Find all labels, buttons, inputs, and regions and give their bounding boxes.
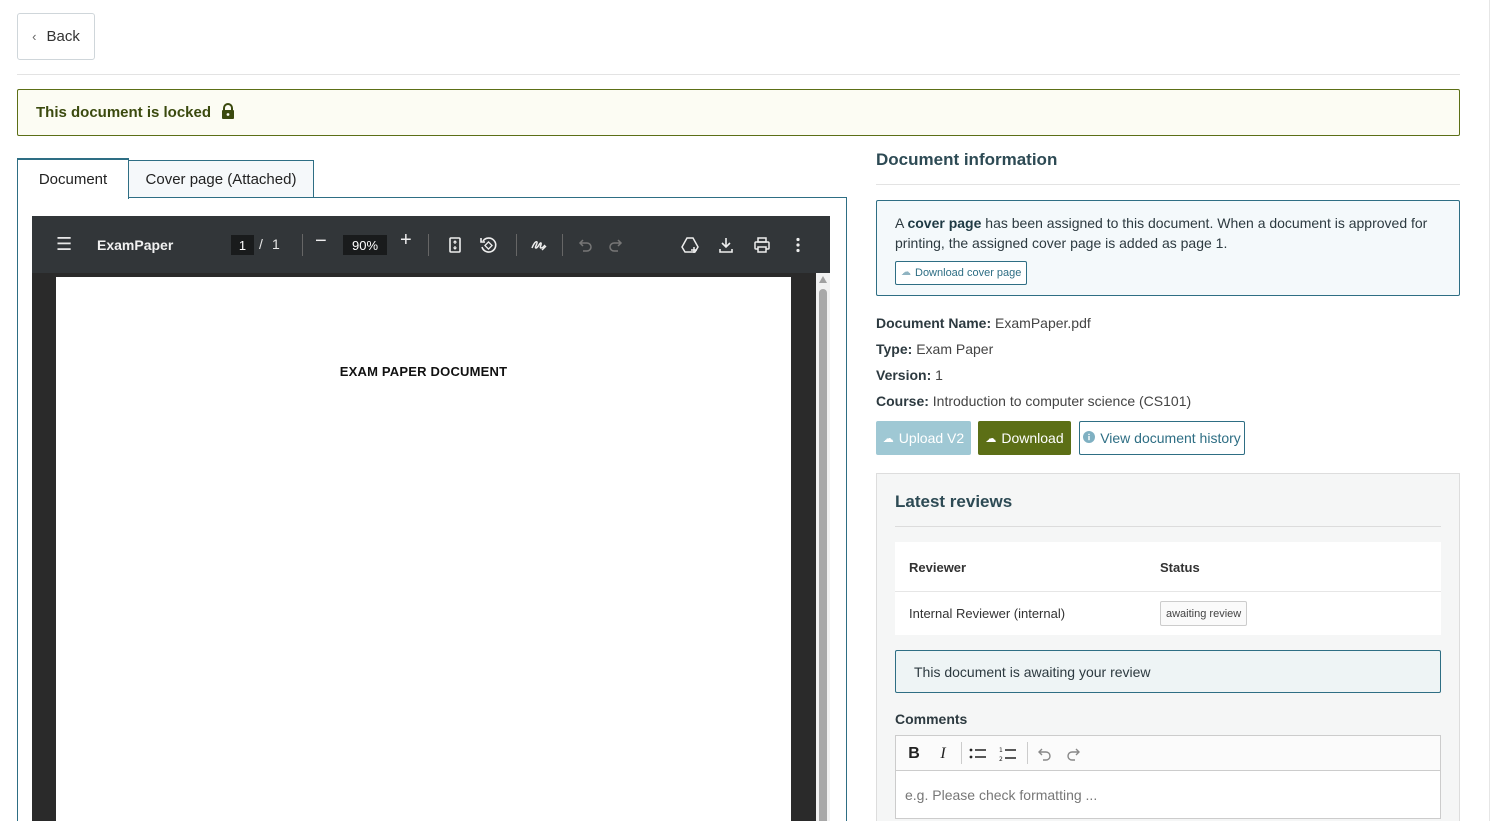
status-badge: awaiting review [1160,601,1248,626]
reviewer-cell: Internal Reviewer (internal) [909,606,1066,621]
redo-icon[interactable] [606,235,626,255]
cover-notice-prefix: A [895,215,908,231]
pdf-page: EXAM PAPER DOCUMENT [56,277,791,821]
cloud-download-icon: ☁ [901,267,911,278]
pdf-toolbar: ☰ ExamPaper 1 / 1 − 90% + [32,216,830,273]
latest-reviews-panel: Latest reviews Reviewer Status Internal … [876,473,1460,821]
latest-reviews-title: Latest reviews [895,492,1013,511]
toolbar-divider [516,234,517,256]
page-number-input[interactable]: 1 [231,235,254,255]
info-divider [876,184,1460,185]
download-icon[interactable] [716,235,736,255]
document-course-value: Introduction to computer science (CS101) [932,393,1192,409]
back-label: Back [46,28,80,45]
editor-toolbar: B I 12 [896,736,1440,771]
toolbar-divider [562,234,563,256]
editor-toolbar-divider [1027,742,1028,764]
document-version-row: Version: 1 [876,367,943,383]
fit-page-icon[interactable] [445,235,465,255]
drive-icon[interactable] [680,235,700,255]
page-separator: / [259,236,263,252]
toolbar-divider [302,234,303,256]
reviews-divider [895,526,1441,527]
svg-text:1: 1 [999,747,1003,754]
document-information-title: Document information [876,150,1058,169]
lock-icon [221,102,235,123]
cover-page-notice: A cover page has been assigned to this d… [876,200,1460,296]
menu-icon[interactable]: ☰ [56,234,72,255]
view-document-history-label: View document history [1100,430,1241,446]
annotate-icon[interactable] [529,235,549,255]
document-version-label: Version: [876,367,932,383]
cover-notice-text: A cover page has been assigned to this d… [895,213,1441,253]
awaiting-review-message: This document is awaiting your review [895,650,1441,693]
zoom-out-icon[interactable]: − [315,230,327,253]
svg-text:2: 2 [999,756,1003,762]
toolbar-divider [428,234,429,256]
pdf-document-heading: EXAM PAPER DOCUMENT [339,364,508,379]
redo-icon[interactable] [1063,744,1085,764]
tab-document[interactable]: Document [17,158,129,199]
upload-v2-label: Upload V2 [898,430,965,446]
download-label: Download [1001,430,1064,446]
bullet-list-icon[interactable] [967,744,989,764]
bold-icon[interactable]: B [903,744,925,764]
page-scrollbar-edge [1489,0,1490,821]
more-icon[interactable] [788,235,808,255]
pdf-scrollbar[interactable] [816,273,830,821]
status-column-header: Status [1160,560,1200,575]
cloud-download-icon: ☁ [985,432,997,445]
comments-editor: B I 12 [895,735,1441,819]
document-name-row: Document Name: ExamPaper.pdf [876,315,1091,331]
page-total: 1 [272,236,280,252]
undo-icon[interactable] [1033,744,1055,764]
document-name-value: ExamPaper.pdf [995,315,1091,331]
rotate-icon[interactable] [478,235,498,255]
info-icon [1083,430,1096,446]
numbered-list-icon[interactable]: 12 [997,744,1019,764]
download-button[interactable]: ☁ Download [978,421,1071,455]
cover-notice-bold: cover page [907,215,982,231]
document-name-label: Document Name: [876,315,992,331]
document-course-label: Course: [876,393,929,409]
pdf-scrollbar-thumb[interactable] [819,289,827,821]
undo-icon[interactable] [575,235,595,255]
download-cover-page-button[interactable]: ☁ Download cover page [895,261,1028,285]
scroll-up-icon[interactable] [819,276,827,283]
document-type-value: Exam Paper [916,341,994,357]
header-divider [17,74,1460,75]
document-version-value: 1 [935,367,943,383]
tab-cover-page-label: Cover page (Attached) [145,171,297,188]
zoom-level-input[interactable]: 90% [343,235,387,255]
tab-document-label: Document [38,171,108,188]
zoom-in-icon[interactable]: + [400,229,412,252]
table-row-divider [895,591,1441,592]
upload-v2-button[interactable]: ☁ Upload V2 [876,421,971,455]
view-document-history-button[interactable]: View document history [1079,421,1245,455]
pdf-page-area[interactable]: EXAM PAPER DOCUMENT [32,273,830,821]
italic-icon[interactable]: I [932,744,954,764]
document-type-row: Type: Exam Paper [876,341,993,357]
pdf-file-name: ExamPaper [97,237,174,253]
document-type-label: Type: [876,341,913,357]
back-button[interactable]: ‹ Back [17,13,95,60]
comments-label: Comments [895,711,968,727]
cloud-upload-icon: ☁ [882,432,894,445]
editor-toolbar-divider [961,742,962,764]
lock-banner-text: This document is locked [36,104,212,121]
document-course-row: Course: Introduction to computer science… [876,393,1191,409]
print-icon[interactable] [752,235,772,255]
chevron-left-icon: ‹ [32,29,37,44]
reviewer-column-header: Reviewer [909,560,967,575]
pdf-viewer: ☰ ExamPaper 1 / 1 − 90% + EXAM PAPER DOC… [32,216,830,821]
comments-input[interactable] [896,772,1440,818]
reviews-table: Reviewer Status Internal Reviewer (inter… [895,542,1441,635]
tab-cover-page[interactable]: Cover page (Attached) [128,160,314,198]
download-cover-page-label: Download cover page [915,267,1022,279]
lock-banner: This document is locked [17,89,1460,136]
